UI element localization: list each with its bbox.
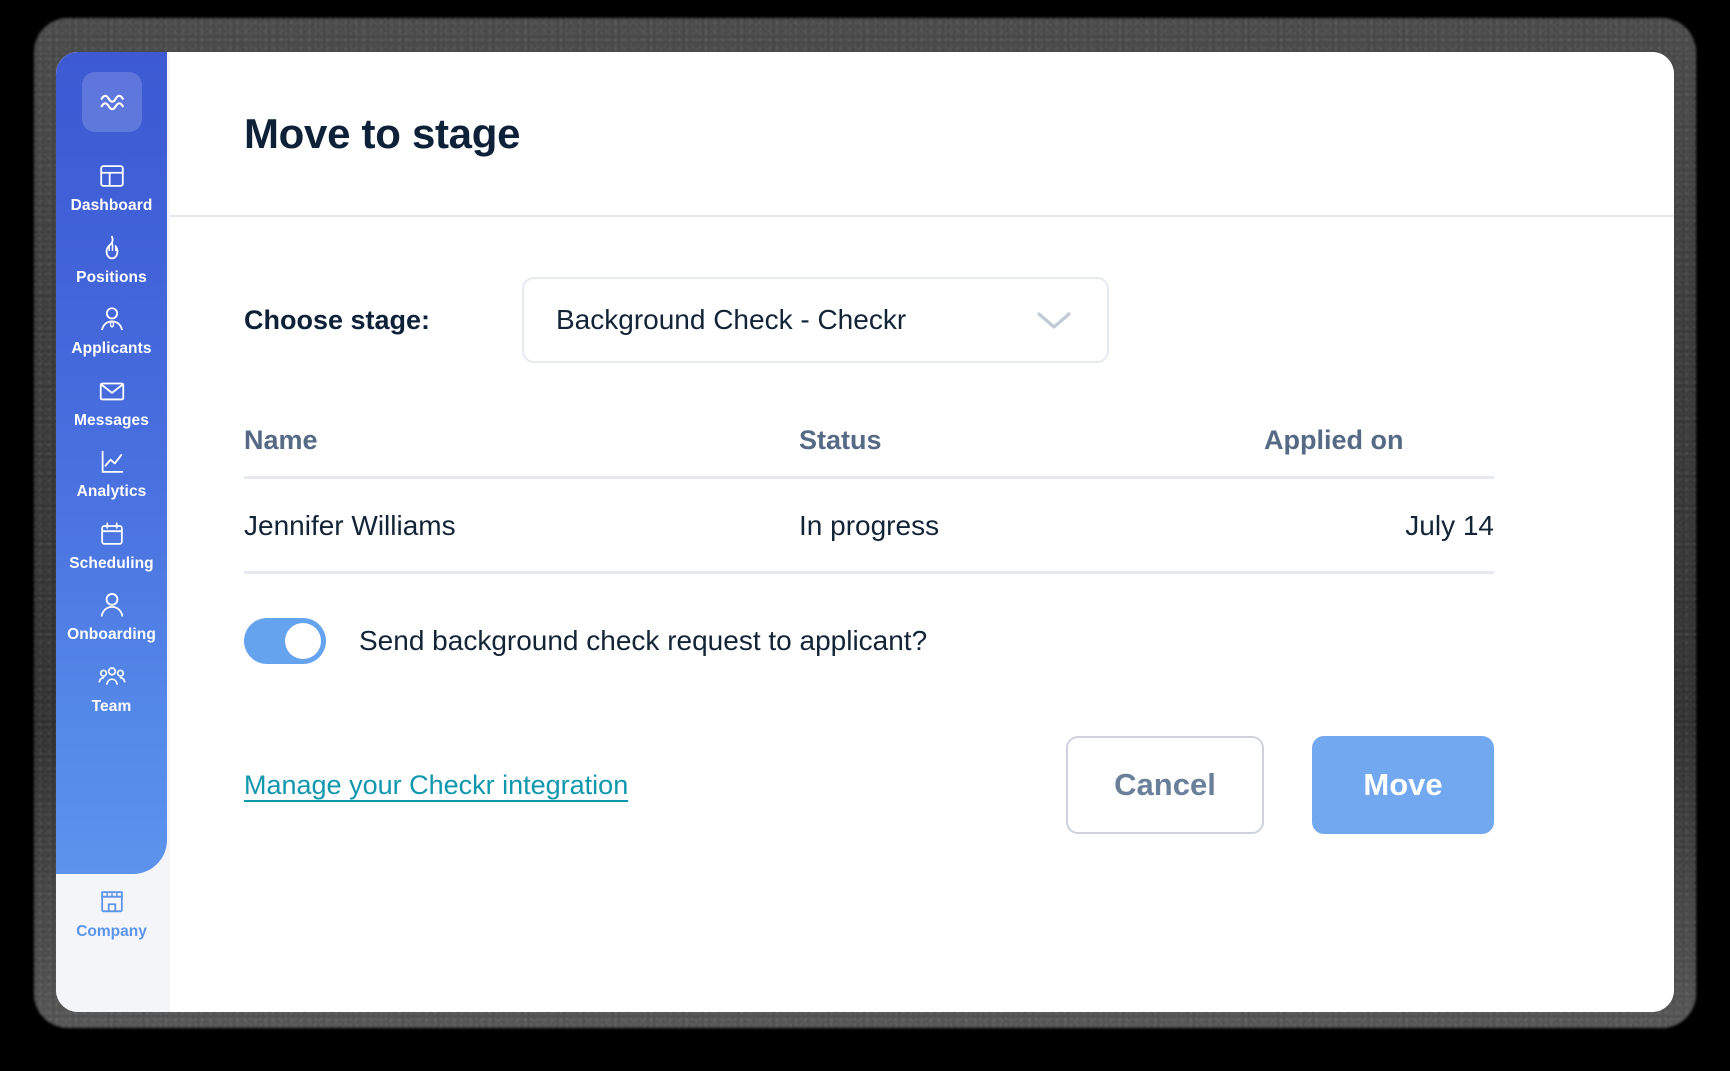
column-header-status: Status xyxy=(799,425,1264,479)
move-button[interactable]: Move xyxy=(1312,736,1494,834)
modal-body: Choose stage: Background Check - Checkr … xyxy=(170,277,1674,834)
sidebar-item-label: Messages xyxy=(74,411,149,429)
sidebar-item-label: Company xyxy=(76,923,147,940)
sidebar-item-label: Applicants xyxy=(71,340,152,357)
choose-stage-row: Choose stage: Background Check - Checkr xyxy=(244,277,1600,363)
table-header-row: Name Status Applied on xyxy=(244,425,1494,479)
app-logo[interactable] xyxy=(81,72,142,132)
choose-stage-label: Choose stage: xyxy=(244,304,431,335)
toggle-knob xyxy=(285,623,321,659)
sidebar-item-company[interactable]: Company xyxy=(56,878,167,941)
sidebar-item-team[interactable]: Team xyxy=(56,651,167,723)
sidebar-item-label: Onboarding xyxy=(67,626,156,643)
sidebar-item-scheduling[interactable]: Scheduling xyxy=(56,508,167,580)
wave-logo-icon xyxy=(100,94,124,111)
sidebar-item-positions[interactable]: Positions xyxy=(56,222,167,294)
cell-applied-on: July 14 xyxy=(1264,477,1494,574)
person-icon xyxy=(100,593,123,617)
sidebar-item-label: Scheduling xyxy=(69,554,154,572)
column-header-applied: Applied on xyxy=(1264,425,1494,479)
sidebar-item-analytics[interactable]: Analytics xyxy=(56,436,167,508)
stage-select[interactable]: Background Check - Checkr xyxy=(522,277,1109,363)
modal-footer: Manage your Checkr integration Cancel Mo… xyxy=(244,736,1494,834)
column-header-name: Name xyxy=(244,425,799,479)
send-request-toggle-label: Send background check request to applica… xyxy=(359,625,928,656)
dashboard-icon xyxy=(99,165,124,187)
sidebar-column: Dashboard Positions Applicants Messages … xyxy=(56,52,170,1012)
applicants-table: Name Status Applied on Jennifer Williams… xyxy=(244,425,1494,574)
send-request-toggle[interactable] xyxy=(244,618,326,664)
footer-button-group: Cancel Move xyxy=(1066,736,1494,834)
sidebar-item-label: Team xyxy=(91,697,132,715)
sidebar-item-label: Dashboard xyxy=(70,197,153,214)
people-group-icon xyxy=(98,666,125,685)
stage-select-value: Background Check - Checkr xyxy=(556,304,907,335)
modal-panel: Move to stage Choose stage: Background C… xyxy=(170,52,1674,1012)
calendar-icon xyxy=(100,521,123,545)
sidebar-item-label: Analytics xyxy=(76,483,147,500)
table-row[interactable]: Jennifer Williams In progress July 14 xyxy=(244,477,1494,574)
screenshot-stage: Dashboard Positions Applicants Messages … xyxy=(0,0,1730,1071)
app-card: Dashboard Positions Applicants Messages … xyxy=(56,52,1674,1012)
sidebar-item-onboarding[interactable]: Onboarding xyxy=(56,579,167,651)
send-request-toggle-row: Send background check request to applica… xyxy=(244,618,1600,664)
modal-header: Move to stage xyxy=(170,52,1674,217)
envelope-icon xyxy=(99,382,124,400)
sidebar-item-dashboard[interactable]: Dashboard xyxy=(56,150,167,222)
person-badge-icon xyxy=(100,307,123,331)
sidebar-item-label: Positions xyxy=(76,268,147,286)
sidebar-nav: Dashboard Positions Applicants Messages … xyxy=(56,52,167,874)
line-chart-icon xyxy=(101,450,123,473)
cancel-button[interactable]: Cancel xyxy=(1066,736,1264,834)
manage-integration-link[interactable]: Manage your Checkr integration xyxy=(244,770,628,801)
sidebar-item-messages[interactable]: Messages xyxy=(56,365,167,437)
chevron-down-icon xyxy=(1037,312,1071,329)
cell-status: In progress xyxy=(799,477,1264,574)
sidebar-item-applicants[interactable]: Applicants xyxy=(56,293,167,365)
cell-name: Jennifer Williams xyxy=(244,477,799,574)
page-title: Move to stage xyxy=(244,109,521,157)
flame-icon xyxy=(105,235,118,259)
storefront-icon xyxy=(100,891,123,913)
